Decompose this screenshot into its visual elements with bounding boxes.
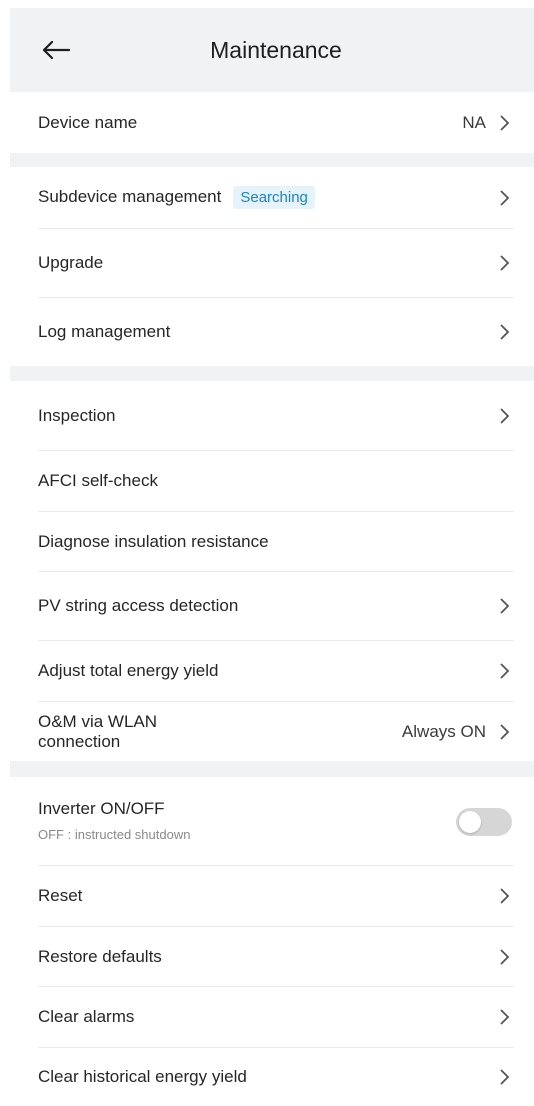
- title-bar: Maintenance: [10, 8, 534, 92]
- device-name-label: Device name: [38, 112, 138, 132]
- diagnose-insulation-label: Diagnose insulation resistance: [38, 531, 269, 551]
- back-button[interactable]: [38, 32, 74, 68]
- log-management-label: Log management: [38, 322, 171, 341]
- wlan-label-line2: connection: [38, 731, 121, 751]
- inspection-row[interactable]: Inspection: [10, 381, 534, 450]
- chevron-right-icon: [500, 189, 510, 206]
- chevron-right-icon: [500, 407, 510, 424]
- clear-alarms-label: Clear alarms: [38, 1007, 135, 1026]
- chevron-right-icon: [500, 598, 510, 614]
- chevron-right-icon: [500, 114, 510, 131]
- upgrade-row[interactable]: Upgrade: [10, 229, 534, 297]
- toggle-knob: [459, 811, 481, 833]
- chevron-right-icon: [500, 948, 510, 965]
- chevron-right-icon: [500, 1069, 510, 1085]
- pv-string-detection-label: PV string access detection: [38, 596, 239, 615]
- subdevice-management-text: Subdevice management: [38, 187, 222, 206]
- adjust-energy-yield-row[interactable]: Adjust total energy yield: [10, 641, 534, 701]
- clear-history-row[interactable]: Clear historical energy yield: [10, 1048, 534, 1106]
- reset-label: Reset: [38, 886, 83, 905]
- inverter-onoff-text: Inverter ON/OFF: [38, 799, 165, 818]
- diagnose-insulation-row[interactable]: Diagnose insulation resistance: [10, 512, 534, 571]
- wlan-connection-value: Always ON: [401, 721, 486, 741]
- status-badge: Searching: [233, 186, 315, 209]
- device-name-value: NA: [462, 112, 486, 132]
- inverter-onoff-label: Inverter ON/OFF OFF : instructed shutdow…: [38, 799, 190, 842]
- restore-defaults-row[interactable]: Restore defaults: [10, 927, 534, 986]
- reset-row[interactable]: Reset: [10, 866, 534, 926]
- afci-self-check-row[interactable]: AFCI self-check: [10, 451, 534, 511]
- section-divider: [10, 153, 534, 167]
- wlan-label-line1: O&M via WLAN: [38, 711, 158, 731]
- log-management-row[interactable]: Log management: [10, 298, 534, 366]
- inverter-toggle[interactable]: [456, 808, 512, 836]
- chevron-right-icon: [500, 255, 510, 271]
- subdevice-management-label: Subdevice management Searching: [38, 186, 315, 209]
- page-title: Maintenance: [210, 37, 342, 63]
- afci-self-check-label: AFCI self-check: [38, 471, 158, 490]
- chevron-right-icon: [500, 888, 510, 904]
- inverter-status-text: OFF : instructed shutdown: [38, 827, 191, 842]
- wlan-connection-label: O&M via WLAN connection: [38, 712, 157, 752]
- upgrade-label: Upgrade: [38, 253, 104, 272]
- adjust-energy-yield-label: Adjust total energy yield: [38, 661, 219, 680]
- chevron-right-icon: [500, 663, 510, 679]
- pv-string-detection-row[interactable]: PV string access detection: [10, 572, 534, 640]
- wlan-connection-row[interactable]: O&M via WLAN connection Always ON: [10, 702, 534, 761]
- device-name-row[interactable]: Device name NA: [10, 92, 534, 153]
- section-divider: [10, 761, 534, 777]
- arrow-left-icon: [42, 40, 71, 60]
- clear-history-label: Clear historical energy yield: [38, 1067, 247, 1086]
- clear-alarms-row[interactable]: Clear alarms: [10, 987, 534, 1047]
- restore-defaults-label: Restore defaults: [38, 946, 162, 966]
- chevron-right-icon: [500, 723, 510, 740]
- subdevice-management-row[interactable]: Subdevice management Searching: [10, 167, 534, 228]
- section-divider: [10, 366, 534, 381]
- chevron-right-icon: [500, 324, 510, 340]
- inspection-label: Inspection: [38, 405, 116, 425]
- inverter-onoff-row: Inverter ON/OFF OFF : instructed shutdow…: [10, 777, 534, 865]
- chevron-right-icon: [500, 1009, 510, 1025]
